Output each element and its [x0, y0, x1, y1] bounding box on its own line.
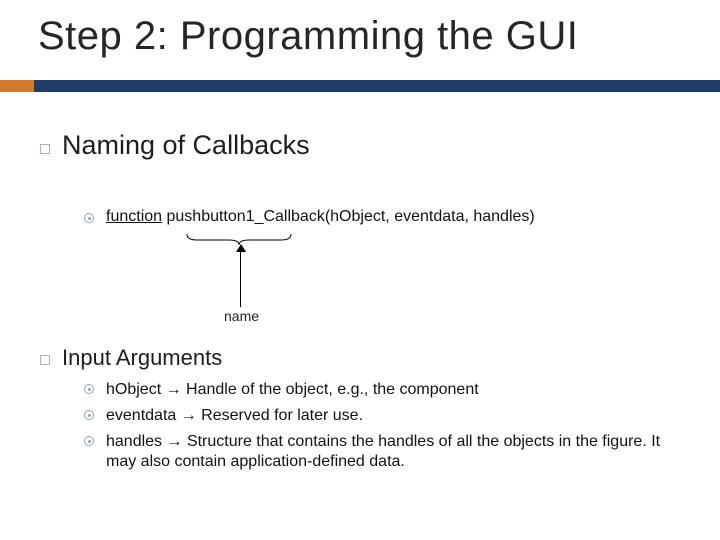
code-keyword: function	[106, 208, 162, 225]
code-rest: pushbutton1_Callback(hObject, eventdata,…	[162, 208, 535, 225]
annotation-label: name	[224, 308, 259, 324]
bullet-square-icon	[40, 355, 50, 365]
list-item-text: handles → Structure that contains the ha…	[106, 432, 694, 472]
annotation-arrow-line	[240, 245, 241, 307]
list-item-text: eventdata → Reserved for later use.	[106, 406, 694, 426]
accent-bar-orange	[0, 80, 34, 92]
list-item-text: hObject → Handle of the object, e.g., th…	[106, 380, 694, 400]
section-heading: Input Arguments	[62, 345, 222, 371]
bullet-circle-icon	[84, 436, 94, 446]
bullet-circle-icon	[84, 410, 94, 420]
slide-title: Step 2: Programming the GUI	[38, 14, 578, 59]
section-heading: Naming of Callbacks	[62, 130, 310, 161]
accent-bar	[0, 80, 720, 92]
bullet-circle-icon	[84, 213, 94, 223]
list-item: hObject → Handle of the object, e.g., th…	[106, 380, 694, 400]
list-item: eventdata → Reserved for later use.	[106, 406, 694, 426]
slide: Step 2: Programming the GUI Naming of Ca…	[0, 0, 720, 540]
bullet-square-icon	[40, 144, 50, 154]
input-arguments-list: hObject → Handle of the object, e.g., th…	[106, 380, 694, 478]
bullet-circle-icon	[84, 384, 94, 394]
callback-code-line: function pushbutton1_Callback(hObject, e…	[106, 208, 535, 226]
list-item: handles → Structure that contains the ha…	[106, 432, 694, 472]
